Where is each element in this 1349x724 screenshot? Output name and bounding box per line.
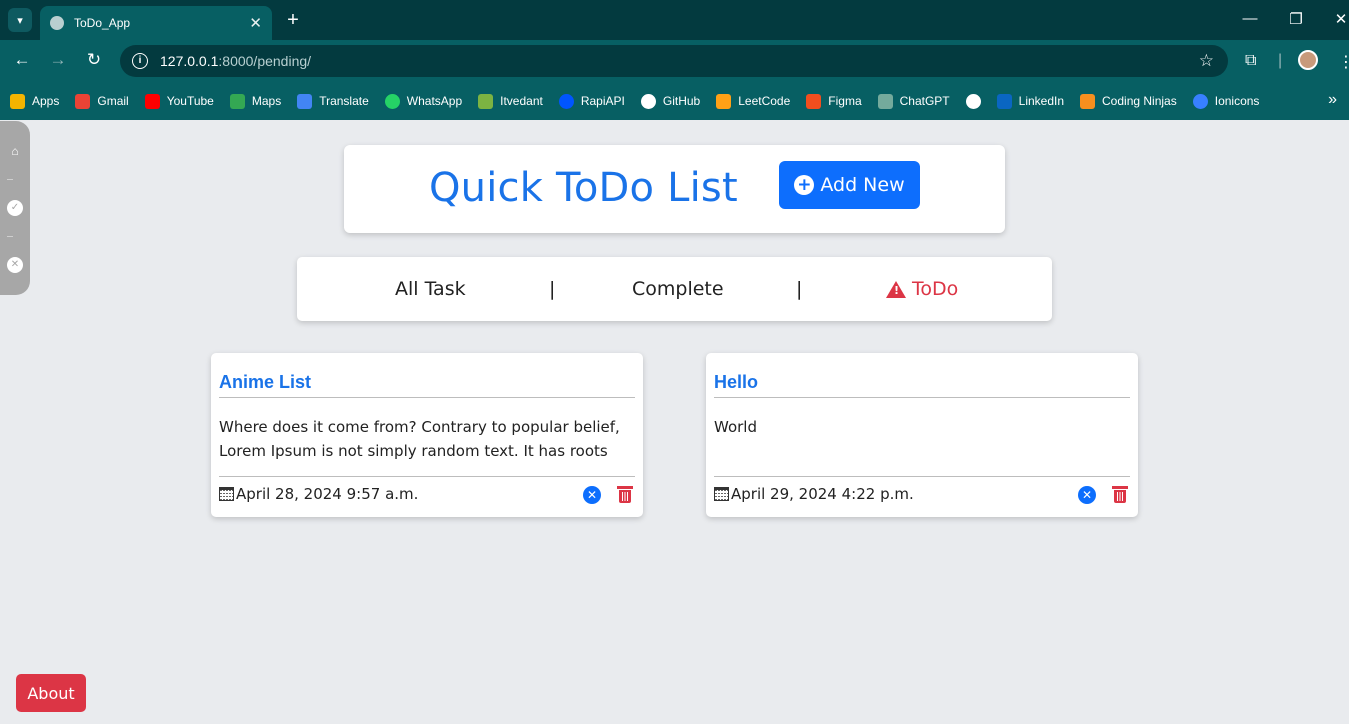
globe-icon xyxy=(50,16,64,30)
leetcode-icon xyxy=(716,93,732,109)
calendar-icon xyxy=(714,487,729,501)
toolbar-divider: | xyxy=(1278,52,1283,69)
coding-ninjas-icon xyxy=(1080,93,1096,109)
bookmark-apps[interactable]: Apps xyxy=(10,93,59,109)
bookmark-whatsapp[interactable]: WhatsApp xyxy=(384,93,462,109)
header-card: Quick ToDo List + Add New xyxy=(344,145,1005,233)
profile-avatar[interactable] xyxy=(1298,50,1318,70)
calendar-icon xyxy=(219,487,234,501)
github-icon xyxy=(640,93,656,109)
filter-todo-label: ToDo xyxy=(912,278,959,300)
task-title[interactable]: Hello xyxy=(714,372,758,393)
bookmark-leetcode[interactable]: LeetCode xyxy=(716,93,790,109)
browser-tab[interactable]: ToDo_App ✕ xyxy=(40,6,272,40)
extensions-puzzle-icon[interactable]: ⧉ xyxy=(1245,52,1256,70)
task-divider xyxy=(714,476,1130,477)
maps-icon xyxy=(229,93,245,109)
bookmark-star-icon[interactable]: ☆ xyxy=(1199,51,1214,71)
warning-icon: ! xyxy=(886,280,906,298)
rapiapi-icon xyxy=(558,93,574,109)
mark-incomplete-icon[interactable]: ✕ xyxy=(1078,486,1096,504)
filter-complete[interactable]: Complete xyxy=(632,278,724,300)
task-date-text: April 28, 2024 9:57 a.m. xyxy=(236,485,419,503)
bookmark-linkedin[interactable]: LinkedIn xyxy=(996,93,1064,109)
url-host: 127.0.0.1 xyxy=(160,53,219,69)
add-new-label: Add New xyxy=(820,174,905,196)
bookmark-globe[interactable] xyxy=(965,93,981,109)
bookmark-maps[interactable]: Maps xyxy=(229,93,281,109)
task-date: April 29, 2024 4:22 p.m. xyxy=(714,485,914,503)
gmail-icon xyxy=(75,93,91,109)
itvedant-icon xyxy=(478,93,494,109)
mark-incomplete-icon[interactable]: ✕ xyxy=(583,486,601,504)
window-close-button[interactable]: ✕ xyxy=(1331,10,1349,28)
bookmark-chatgpt[interactable]: ChatGPT xyxy=(877,93,950,109)
forward-button[interactable]: → xyxy=(47,50,69,70)
bookmarks-overflow-icon[interactable]: » xyxy=(1328,91,1337,109)
youtube-icon xyxy=(144,93,160,109)
bookmarks-bar: Apps Gmail YouTube Maps Translate WhatsA… xyxy=(0,82,1349,120)
filter-all-tasks[interactable]: All Task xyxy=(395,278,466,300)
plus-circle-icon: + xyxy=(794,175,815,195)
page-title: Quick ToDo List xyxy=(429,165,738,211)
url-path: :8000/pending/ xyxy=(218,53,312,69)
linkedin-icon xyxy=(996,93,1012,109)
filter-separator: | xyxy=(549,278,556,300)
floating-sidebar: ⌂ ✓ ✕ xyxy=(0,121,30,295)
task-card: Hello World April 29, 2024 4:22 p.m. ✕ xyxy=(706,353,1138,517)
task-divider xyxy=(219,476,635,477)
filter-bar: All Task | Complete | ! ToDo xyxy=(297,257,1052,321)
filter-separator: | xyxy=(796,278,803,300)
restore-button[interactable]: ❐ xyxy=(1286,10,1306,28)
address-bar[interactable]: i 127.0.0.1:8000/pending/ ☆ xyxy=(120,45,1228,77)
back-button[interactable]: ← xyxy=(11,50,33,70)
bookmark-youtube[interactable]: YouTube xyxy=(144,93,214,109)
add-new-button[interactable]: + Add New xyxy=(779,161,920,209)
whatsapp-icon xyxy=(384,93,400,109)
bookmark-coding-ninjas[interactable]: Coding Ninjas xyxy=(1080,93,1177,109)
task-date: April 28, 2024 9:57 a.m. xyxy=(219,485,418,503)
bookmark-gmail[interactable]: Gmail xyxy=(75,93,129,109)
task-divider xyxy=(219,397,635,398)
task-date-text: April 29, 2024 4:22 p.m. xyxy=(731,485,914,503)
reload-button[interactable]: ↻ xyxy=(83,50,105,70)
bookmark-itvedant[interactable]: Itvedant xyxy=(478,93,543,109)
task-card: Anime List Where does it come from? Cont… xyxy=(211,353,643,517)
bookmark-rapiapi[interactable]: RapiAPI xyxy=(558,93,625,109)
browser-menu-icon[interactable]: ⋮ xyxy=(1338,52,1349,72)
figma-icon xyxy=(806,93,822,109)
minimize-button[interactable]: — xyxy=(1240,10,1260,27)
site-info-icon[interactable]: i xyxy=(132,53,148,69)
sidebar-divider xyxy=(7,179,13,180)
browser-tab-bar: ▾ ToDo_App ✕ + — ❐ ✕ xyxy=(0,0,1349,40)
bookmark-figma[interactable]: Figma xyxy=(806,93,862,109)
trash-icon[interactable] xyxy=(617,486,633,503)
task-title[interactable]: Anime List xyxy=(219,372,311,393)
browser-toolbar: ← → ↻ i 127.0.0.1:8000/pending/ ☆ ⧉ | ⋮ xyxy=(0,40,1349,82)
bookmark-ionicons[interactable]: Ionicons xyxy=(1192,93,1259,109)
chatgpt-icon xyxy=(877,93,893,109)
bookmark-translate[interactable]: Translate xyxy=(297,93,369,109)
tab-search-chevron-icon[interactable]: ▾ xyxy=(8,8,32,32)
trash-icon[interactable] xyxy=(1112,486,1128,503)
home-icon[interactable]: ⌂ xyxy=(7,143,23,159)
tab-close-icon[interactable]: ✕ xyxy=(249,14,262,32)
ionicons-icon xyxy=(1192,93,1208,109)
globe-icon xyxy=(965,93,981,109)
check-circle-icon[interactable]: ✓ xyxy=(7,200,23,216)
task-description: World xyxy=(714,418,757,436)
task-divider xyxy=(714,397,1130,398)
translate-icon xyxy=(297,93,313,109)
apps-grid-icon xyxy=(10,93,25,109)
bookmark-github[interactable]: GitHub xyxy=(640,93,700,109)
x-circle-icon[interactable]: ✕ xyxy=(7,257,23,273)
sidebar-divider xyxy=(7,236,13,237)
tab-title: ToDo_App xyxy=(74,16,131,30)
about-button[interactable]: About xyxy=(16,674,86,712)
task-description: Where does it come from? Contrary to pop… xyxy=(219,418,620,460)
new-tab-button[interactable]: + xyxy=(282,8,304,32)
filter-todo[interactable]: ! ToDo xyxy=(886,278,958,300)
